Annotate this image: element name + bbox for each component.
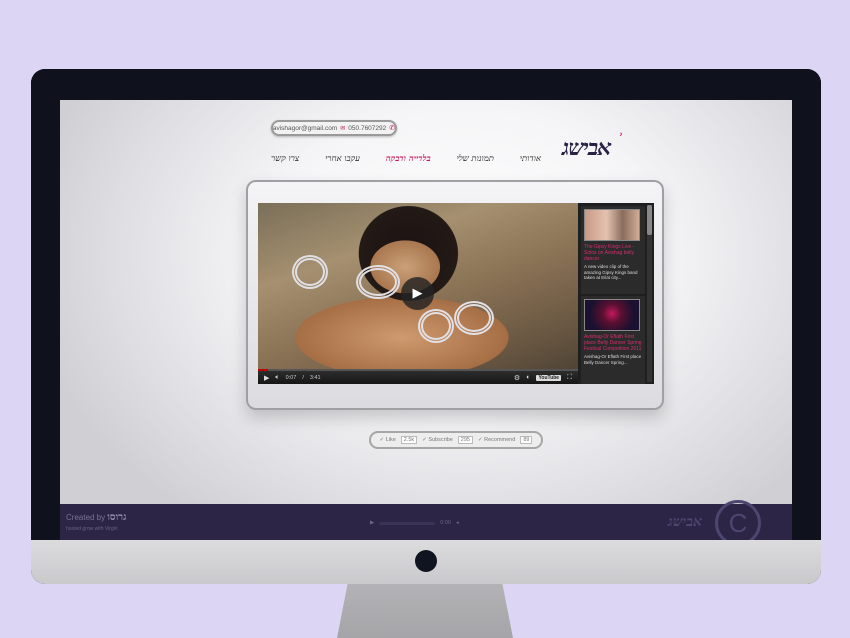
copyright-icon: C <box>715 500 761 540</box>
audio-track[interactable] <box>379 521 436 525</box>
playlist-scrollbar[interactable] <box>647 205 652 382</box>
website-screen: avishagor@gmail.com ✉ 050.7607292 ✆ אביש… <box>60 100 792 540</box>
playlist-thumbnail <box>584 209 640 241</box>
envelope-icon: ✉ <box>340 125 346 132</box>
bangle-decoration <box>292 255 328 289</box>
playlist-item[interactable]: Avishag-Or Eflath First place Belly Danc… <box>581 296 645 384</box>
social-bar: ✓ Like 2.5k ✓ Subscribe 295 ✓ Recommend … <box>369 431 543 449</box>
hosted-text: hosted grow with Virgin <box>66 526 118 532</box>
contact-pill: avishagor@gmail.com ✉ 050.7607292 ✆ <box>271 120 397 136</box>
created-by-brand: גרוסו <box>107 512 127 523</box>
gear-icon[interactable]: ⚙ <box>514 374 520 382</box>
created-by[interactable]: Created by גרוסו <box>66 512 126 523</box>
copyright-symbol: C <box>728 507 748 538</box>
captions-icon[interactable]: ◐ <box>526 374 530 381</box>
recommend-label: Recommend <box>484 437 516 443</box>
playlist-panel: The Gipsy Kings Live - Solos on Avishag … <box>578 203 654 384</box>
playlist-thumbnail <box>584 299 640 331</box>
bangle-decoration <box>356 265 400 299</box>
audio-play-icon[interactable]: ▶ <box>370 520 374 526</box>
contact-email[interactable]: avishagor@gmail.com <box>273 125 337 132</box>
playlist-item-title: Avishag-Or Eflath First place Belly Danc… <box>584 334 642 352</box>
bangle-decoration <box>418 309 454 343</box>
recommend-button[interactable]: ✓ Recommend <box>478 437 515 443</box>
video-card: ▶ ▶ 🔈︎ 0:07 / 3:41 ⚙ ◐ YouTube ⛶ The Gip… <box>246 180 664 410</box>
fullscreen-icon[interactable]: ⛶ <box>567 374 572 382</box>
logo-accent-mark: ʾ <box>618 131 623 145</box>
imac-monitor: avishagor@gmail.com ✉ 050.7607292 ✆ אביש… <box>31 69 821 584</box>
play-small-icon[interactable]: ▶ <box>264 374 269 382</box>
monitor-stand <box>337 584 513 638</box>
audio-time: 0:00 <box>440 520 451 526</box>
recommend-count: 89 <box>520 436 533 444</box>
audio-player: ▶ 0:00 ◂ <box>370 518 480 528</box>
nav-item-follow[interactable]: עקבו אחרי <box>325 153 360 164</box>
phone-icon: ✆ <box>389 125 396 132</box>
youtube-badge[interactable]: YouTube <box>536 374 562 381</box>
monitor-chin <box>31 540 821 584</box>
subscribe-button[interactable]: ✓ Subscribe <box>422 437 453 443</box>
nav-item-photos[interactable]: תמונות שלי <box>456 153 493 164</box>
nav-item-about[interactable]: אודותי <box>520 153 541 164</box>
footer-logo: אבישג <box>668 514 702 530</box>
site-logo-text: אבישג <box>562 135 611 161</box>
volume-icon[interactable]: 🔈︎ <box>275 374 279 382</box>
playlist-item-title: The Gipsy Kings Live - Solos on Avishag … <box>584 244 635 262</box>
youtube-player: ▶ ▶ 🔈︎ 0:07 / 3:41 ⚙ ◐ YouTube ⛶ The Gip… <box>258 203 654 384</box>
duration: 3:41 <box>309 374 321 381</box>
audio-volume-icon[interactable]: ◂ <box>456 520 459 526</box>
subscribe-count: 295 <box>457 436 473 444</box>
scrollbar-thumb[interactable] <box>647 205 652 235</box>
playlist-item-desc: Avishag-Or Eflath First place Belly Danc… <box>584 354 642 365</box>
contact-phone[interactable]: 050.7607292 <box>348 125 386 132</box>
nav-item-dance[interactable]: בלדייה ודבקה <box>386 153 431 164</box>
like-button[interactable]: ✓ Like <box>380 437 396 443</box>
time-separator: / <box>302 374 304 381</box>
playlist-item[interactable]: The Gipsy Kings Live - Solos on Avishag … <box>581 206 645 294</box>
play-icon: ▶ <box>412 286 423 301</box>
like-count: 2.5k <box>400 436 418 444</box>
bangle-decoration <box>454 301 494 335</box>
video-frame[interactable]: ▶ <box>258 203 578 371</box>
main-nav: צרו קשר עקבו אחרי בלדייה ודבקה תמונות של… <box>271 151 541 165</box>
site-logo[interactable]: אבישג ʾ <box>562 131 642 165</box>
play-button[interactable]: ▶ <box>401 277 434 310</box>
monitor-logo-dot <box>415 550 437 572</box>
playlist-item-desc: A new video clip of the amazing Gipsy Ki… <box>584 264 638 280</box>
like-label: Like <box>385 437 396 443</box>
nav-item-contact[interactable]: צרו קשר <box>271 153 299 164</box>
footer-bar: Created by גרוסו hosted grow with Virgin… <box>60 500 792 540</box>
current-time: 0:07 <box>285 374 297 381</box>
created-by-label: Created by <box>66 513 106 522</box>
subscribe-label: Subscribe <box>428 437 453 443</box>
player-controls: ▶ 🔈︎ 0:07 / 3:41 ⚙ ◐ YouTube ⛶ <box>258 371 578 384</box>
